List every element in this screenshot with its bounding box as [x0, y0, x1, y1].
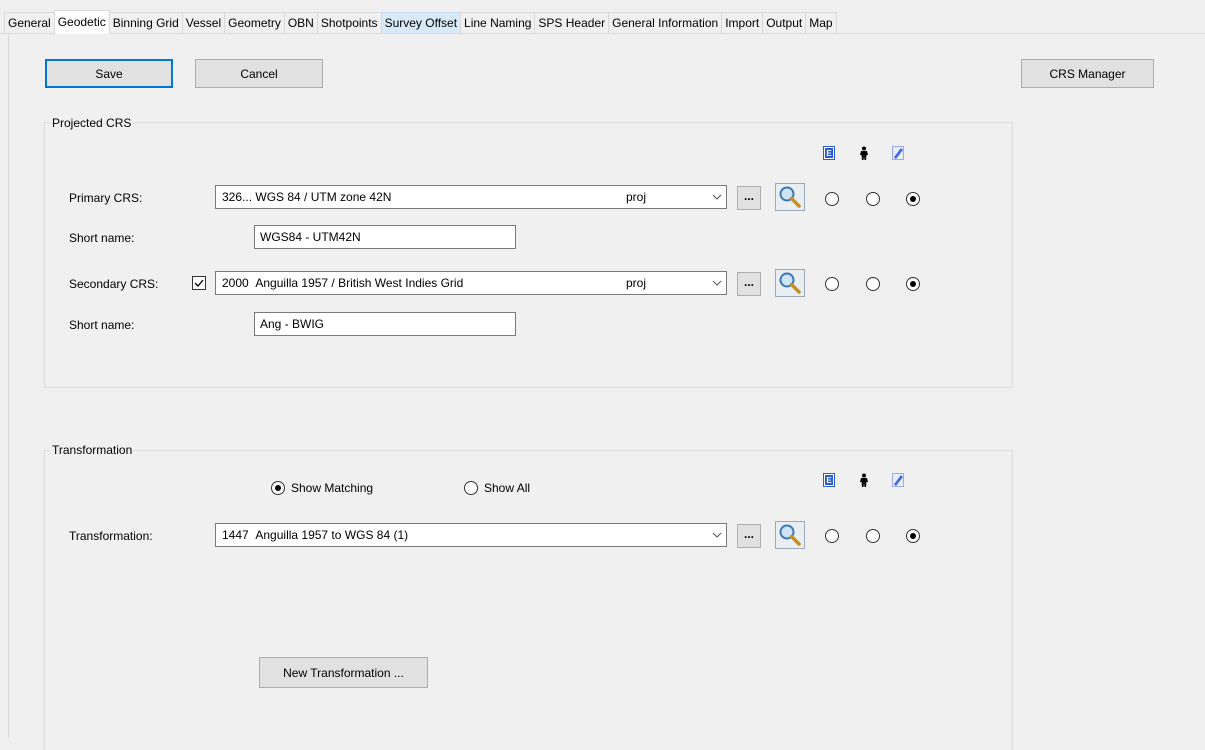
primary-crs-radio-3[interactable] [906, 192, 920, 206]
show-all-label[interactable]: Show All [484, 481, 530, 495]
edit-icon [892, 146, 904, 160]
primary-crs-radio-1[interactable] [825, 192, 839, 206]
svg-text:E: E [826, 149, 832, 158]
crs-manager-button[interactable]: CRS Manager [1021, 59, 1154, 88]
primary-short-name-label: Short name: [69, 231, 135, 245]
tab-line-naming[interactable]: Line Naming [460, 12, 536, 34]
geodetic-panel: Save Cancel CRS Manager Projected CRS E … [8, 34, 1205, 750]
secondary-crs-checkbox[interactable] [192, 276, 206, 290]
chevron-down-icon [708, 524, 726, 546]
primary-crs-name: WGS 84 / UTM zone 42N [255, 190, 392, 204]
tab-bar: General Geodetic Binning Grid Vessel Geometr… [0, 10, 1205, 34]
tab-general[interactable]: General [4, 12, 55, 34]
transformation-search-button[interactable] [775, 521, 805, 549]
transformation-code: 1447 [222, 528, 249, 542]
epsg-icon: E [823, 146, 835, 160]
tab-obn[interactable]: OBN [283, 12, 318, 34]
secondary-short-name-input[interactable]: Ang - BWIG [254, 312, 516, 336]
tab-sps-header[interactable]: SPS Header [534, 12, 610, 34]
tab-map[interactable]: Map [805, 12, 837, 34]
tab-survey-offset[interactable]: Survey Offset [380, 12, 462, 34]
epsg-icon: E [823, 473, 835, 487]
chevron-down-icon [708, 186, 726, 208]
transformation-radio-1[interactable] [825, 529, 839, 543]
secondary-crs-label: Secondary CRS: [69, 277, 159, 291]
tab-geometry[interactable]: Geometry [224, 12, 285, 34]
person-icon [860, 473, 868, 487]
svg-text:E: E [826, 476, 832, 485]
tab-geodetic[interactable]: Geodetic [53, 10, 110, 34]
tab-general-information[interactable]: General Information [608, 12, 723, 34]
transformation-select[interactable]: 1447 Anguilla 1957 to WGS 84 (1) [215, 523, 727, 547]
tab-shotpoints[interactable]: Shotpoints [316, 12, 382, 34]
primary-crs-browse-button[interactable]: ... [737, 186, 761, 210]
secondary-crs-radio-1[interactable] [825, 277, 839, 291]
cancel-button[interactable]: Cancel [195, 59, 323, 88]
secondary-crs-radio-3[interactable] [906, 277, 920, 291]
transformation-radio-2[interactable] [866, 529, 880, 543]
secondary-crs-select[interactable]: 2000 Anguilla 1957 / British West Indies… [215, 271, 727, 295]
tab-vessel[interactable]: Vessel [181, 12, 226, 34]
check-icon [194, 279, 204, 287]
search-icon [779, 524, 801, 546]
show-matching-radio[interactable] [271, 481, 285, 495]
tab-output[interactable]: Output [762, 12, 807, 34]
secondary-crs-name: Anguilla 1957 / British West Indies Grid [255, 276, 464, 290]
tab-binning-grid[interactable]: Binning Grid [108, 12, 183, 34]
primary-crs-radio-2[interactable] [866, 192, 880, 206]
transformation-radio-3[interactable] [906, 529, 920, 543]
primary-crs-label: Primary CRS: [69, 191, 143, 205]
secondary-crs-radio-2[interactable] [866, 277, 880, 291]
primary-short-name-input[interactable]: WGS84 - UTM42N [254, 225, 516, 249]
secondary-crs-search-button[interactable] [775, 269, 805, 297]
show-matching-label[interactable]: Show Matching [291, 481, 373, 495]
edit-icon [892, 473, 904, 487]
search-icon [779, 272, 801, 294]
primary-crs-select[interactable]: 326... WGS 84 / UTM zone 42N proj [215, 185, 727, 209]
secondary-short-name-label: Short name: [69, 318, 135, 332]
transformation-name: Anguilla 1957 to WGS 84 (1) [255, 528, 409, 542]
transformation-title: Transformation [50, 443, 135, 457]
search-icon [779, 186, 801, 208]
primary-crs-code: 326... [222, 190, 253, 204]
new-transformation-button[interactable]: New Transformation ... [259, 657, 428, 688]
primary-crs-type: proj [626, 190, 647, 204]
person-icon [860, 146, 868, 160]
transformation-group [44, 450, 1013, 750]
primary-crs-search-button[interactable] [775, 183, 805, 211]
save-button[interactable]: Save [45, 59, 173, 88]
projected-crs-title: Projected CRS [50, 116, 134, 130]
projected-crs-group [44, 122, 1013, 388]
transformation-browse-button[interactable]: ... [737, 524, 761, 548]
secondary-crs-code: 2000 [222, 276, 249, 290]
chevron-down-icon [708, 272, 726, 294]
secondary-crs-browse-button[interactable]: ... [737, 272, 761, 296]
tab-import[interactable]: Import [721, 12, 764, 34]
show-all-radio[interactable] [464, 481, 478, 495]
secondary-crs-type: proj [626, 276, 647, 290]
transformation-label: Transformation: [69, 529, 153, 543]
